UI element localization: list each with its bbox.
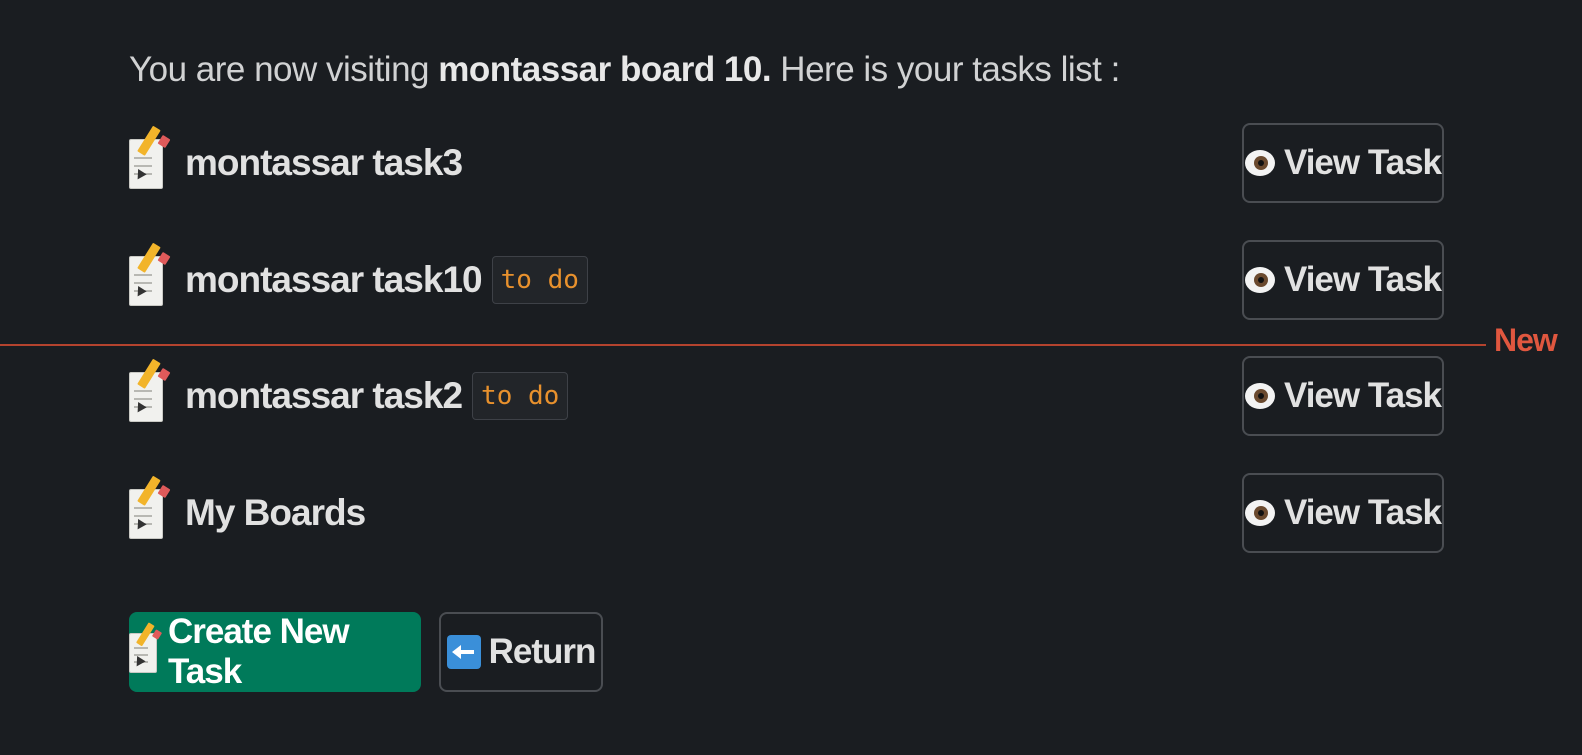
eye-icon <box>1244 150 1275 176</box>
page: You are now visiting montassar board 10.… <box>0 0 1582 755</box>
intro-prefix: You are now visiting <box>129 50 439 89</box>
board-name: montassar board 10. <box>438 50 772 89</box>
left-arrow-icon <box>446 635 481 669</box>
view-task-button[interactable]: View Task <box>1242 123 1444 203</box>
task-item: montassar task2 to do <box>129 358 569 422</box>
task-row: My Boards View Task <box>129 473 1444 553</box>
create-new-task-button[interactable]: Create New Task <box>129 612 421 692</box>
task-title: montassar task3 <box>185 142 463 183</box>
task-item: montassar task10 to do <box>129 242 588 306</box>
task-title: My Boards <box>185 492 366 533</box>
create-new-task-label: Create New Task <box>167 612 350 691</box>
view-task-label: View Task <box>1283 260 1442 299</box>
view-task-button[interactable]: View Task <box>1242 240 1444 320</box>
task-row: montassar task3 View Task <box>129 123 1444 203</box>
action-bar: Create New Task Return <box>129 612 603 692</box>
task-item: My Boards <box>129 475 366 539</box>
view-task-label: View Task <box>1283 143 1442 182</box>
task-row: montassar task2 to do View Task <box>129 356 1444 436</box>
task-title: montassar task2 <box>185 375 463 416</box>
task-item: montassar task3 <box>129 125 463 189</box>
return-label: Return <box>488 632 597 671</box>
return-button[interactable]: Return <box>439 612 603 692</box>
task-row: montassar task10 to do View Task <box>129 240 1444 320</box>
status-badge: to do <box>491 256 588 304</box>
memo-icon <box>129 242 171 306</box>
board-intro: You are now visiting montassar board 10.… <box>129 46 1120 94</box>
new-messages-divider <box>0 344 1486 346</box>
eye-icon <box>1244 383 1275 409</box>
memo-icon <box>129 475 171 539</box>
memo-icon <box>129 622 163 673</box>
status-badge: to do <box>472 372 569 420</box>
eye-icon <box>1244 267 1275 293</box>
view-task-label: View Task <box>1283 376 1442 415</box>
intro-suffix: Here is your tasks list : <box>771 50 1120 89</box>
memo-icon <box>129 358 171 422</box>
view-task-label: View Task <box>1283 493 1442 532</box>
new-divider-label: New <box>1494 322 1558 358</box>
eye-icon <box>1244 500 1275 526</box>
task-title: montassar task10 <box>185 259 483 300</box>
view-task-button[interactable]: View Task <box>1242 356 1444 436</box>
memo-icon <box>129 125 171 189</box>
view-task-button[interactable]: View Task <box>1242 473 1444 553</box>
